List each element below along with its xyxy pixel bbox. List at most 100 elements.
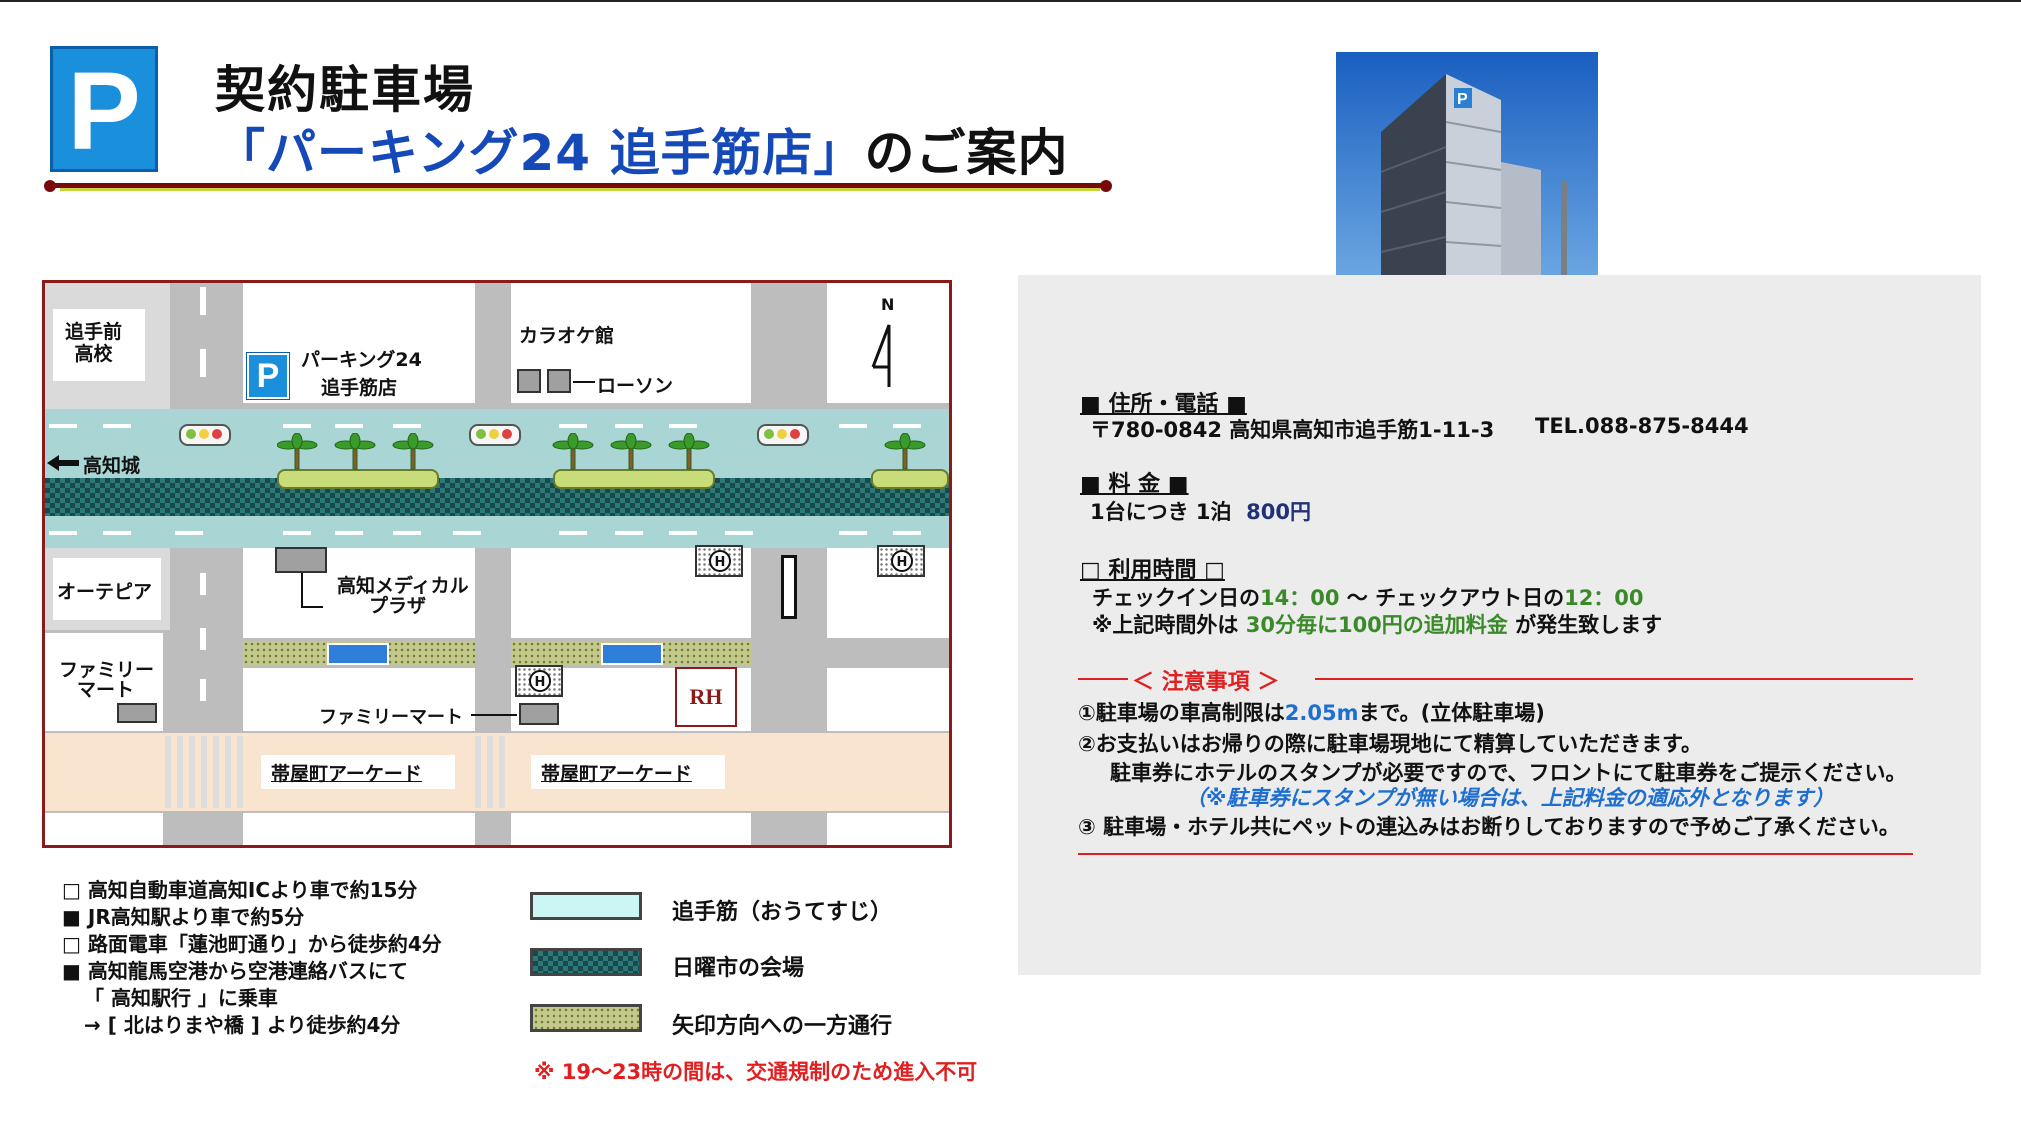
map-parking-icon: P bbox=[246, 352, 290, 400]
lane-marking bbox=[893, 531, 921, 535]
school-label: 追手前 高校 bbox=[65, 321, 123, 365]
medical-leader bbox=[301, 573, 303, 607]
fee-heading: ■ 料 金 ■ bbox=[1080, 472, 1189, 497]
lawson-label: ローソン bbox=[597, 375, 674, 397]
familymart-leader bbox=[471, 714, 517, 716]
lane-marking bbox=[49, 424, 77, 428]
map-block bbox=[243, 813, 475, 845]
hotel-h-icon: H bbox=[891, 550, 913, 572]
lane-marking bbox=[335, 531, 363, 535]
hotel-marker: H bbox=[695, 545, 743, 577]
hotel-marker: H bbox=[877, 545, 925, 577]
familymart-left-marker bbox=[117, 703, 157, 723]
medical-plaza-marker bbox=[275, 547, 327, 573]
lane-marking bbox=[200, 287, 206, 315]
access-item: □ 高知自動車道高知ICより車で約15分 bbox=[62, 878, 418, 902]
medical-leader bbox=[301, 606, 323, 608]
caution-heading: ＜ 注意事項 ＞ bbox=[1132, 670, 1280, 695]
fee-text: 1台につき 1泊 800円 bbox=[1090, 496, 1311, 526]
karaoke-label: カラオケ館 bbox=[519, 325, 615, 347]
access-item: ■ JR高知駅より車で約5分 bbox=[62, 905, 305, 929]
legend-label-market: 日曜市の会場 bbox=[672, 956, 805, 981]
lane-marking bbox=[49, 531, 77, 535]
crosswalk bbox=[475, 736, 511, 808]
map-block bbox=[45, 813, 163, 845]
lane-marking bbox=[175, 531, 203, 535]
caution-2: ②お支払いはお帰りの際に駐車場現地にて精算していただきます。 bbox=[1078, 732, 1703, 756]
medical-plaza-label-2: プラザ bbox=[369, 595, 427, 617]
lane-marking bbox=[559, 531, 587, 535]
lane-marking bbox=[839, 424, 867, 428]
hotel-h-icon: H bbox=[709, 550, 731, 572]
caution-rule-bottom bbox=[1078, 853, 1913, 855]
lane-marking bbox=[200, 628, 206, 650]
height-limit: 2.05m bbox=[1284, 701, 1359, 725]
lane-marking bbox=[669, 424, 697, 428]
arcade-label-left: 帯屋町アーケード bbox=[271, 763, 422, 785]
caution-rule-right bbox=[1315, 678, 1913, 680]
hotel-logo: RH bbox=[675, 667, 737, 727]
photo-parking-sign: P bbox=[1457, 91, 1468, 108]
top-border bbox=[0, 0, 2021, 2]
access-item: 「 高知駅行 」に乗車 bbox=[84, 986, 278, 1010]
lane-marking bbox=[200, 573, 206, 595]
left-arrow-icon bbox=[47, 455, 79, 471]
lane-marking bbox=[725, 531, 753, 535]
title-parking-name: 「パーキング24 追手筋店」 bbox=[215, 124, 865, 182]
caution-rule-left bbox=[1078, 678, 1128, 680]
extra-fee-suffix: が発生致します bbox=[1507, 613, 1663, 637]
access-item: □ 路面電車「蓮池町通り」から徒歩約4分 bbox=[62, 932, 442, 956]
legend-swatch-otesuji bbox=[530, 892, 642, 920]
lane-marking bbox=[335, 424, 363, 428]
area-map: 追手前 高校 P パーキング24 追手筋店 カラオケ館 ローソン N 高知城 オ… bbox=[42, 280, 952, 848]
extra-fee-amount: 30分毎に100円の追加料金 bbox=[1245, 613, 1508, 637]
familymart-left-label-2: マート bbox=[77, 679, 135, 701]
underline-end-dot bbox=[1100, 180, 1112, 192]
lane-marking bbox=[103, 531, 131, 535]
kochi-castle-label: 高知城 bbox=[83, 455, 141, 477]
map-block bbox=[827, 668, 949, 731]
address-text: 〒780-0842 高知県高知市追手筋1-11-3 bbox=[1090, 418, 1495, 442]
fee-prefix: 1台につき 1泊 bbox=[1090, 500, 1232, 524]
familymart-center-label: ファミリーマート bbox=[319, 707, 463, 728]
lane-marking bbox=[453, 531, 481, 535]
lawson-marker bbox=[547, 369, 571, 393]
lane-marking bbox=[893, 424, 921, 428]
caution-1-suffix: まで。(立体駐車場) bbox=[1358, 701, 1545, 725]
hours-label-in: チェックイン日の bbox=[1092, 586, 1260, 610]
legend-label-otesuji: 追手筋（おうてすじ） bbox=[672, 900, 893, 925]
caution-2-note: （※駐車券にスタンプが無い場合は、上記料金の適応外となります） bbox=[1185, 786, 1835, 810]
page-title-line1: 契約駐車場 bbox=[215, 61, 475, 119]
map-block bbox=[511, 813, 751, 845]
karaoke-marker bbox=[517, 369, 541, 393]
arcade-label-right: 帯屋町アーケード bbox=[541, 763, 692, 785]
title-suffix: のご案内 bbox=[864, 124, 1069, 182]
lane-marking bbox=[615, 424, 643, 428]
lawson-leader bbox=[573, 381, 595, 383]
caution-1-prefix: ①駐車場の車高制限は bbox=[1078, 701, 1285, 725]
one-way-arrow-icon bbox=[327, 643, 389, 665]
parking-branch-label: 追手筋店 bbox=[321, 377, 398, 399]
legend-swatch-market bbox=[530, 948, 642, 976]
extra-fee-text: ※上記時間外は 30分毎に100円の追加料金 が発生致します bbox=[1092, 609, 1662, 639]
title-underline-accent bbox=[60, 188, 1100, 191]
palm-trees-icon bbox=[277, 433, 926, 470]
underline-end-dot bbox=[44, 180, 56, 192]
lane-marking bbox=[103, 424, 131, 428]
access-list: □ 高知自動車道高知ICより車で約15分 ■ JR高知駅より車で約5分 □ 路面… bbox=[62, 877, 442, 1039]
traffic-restriction-note: ※ 19～23時の間は、交通規制のため進入不可 bbox=[534, 1060, 978, 1084]
lane-marking bbox=[559, 424, 587, 428]
lane-marking bbox=[200, 679, 206, 701]
hotel-h-icon: H bbox=[529, 670, 551, 692]
lane-marking bbox=[200, 349, 206, 377]
legend-swatch-oneway bbox=[530, 1004, 642, 1032]
caution-3: ③ 駐車場・ホテル共にペットの連込みはお断りしておりますので予めご了承ください。 bbox=[1078, 815, 1900, 839]
hours-label-out: ～ チェックアウト日の bbox=[1339, 586, 1565, 610]
north-arrow-icon bbox=[871, 324, 891, 387]
lane-marking bbox=[669, 531, 697, 535]
hours-heading: □ 利用時間 □ bbox=[1080, 558, 1225, 583]
fee-value: 800円 bbox=[1246, 500, 1312, 524]
traffic-signal-icon bbox=[179, 424, 231, 446]
lane-marking bbox=[283, 424, 311, 428]
hours-text: チェックイン日の14：00 ～ チェックアウト日の12：00 bbox=[1092, 582, 1644, 612]
